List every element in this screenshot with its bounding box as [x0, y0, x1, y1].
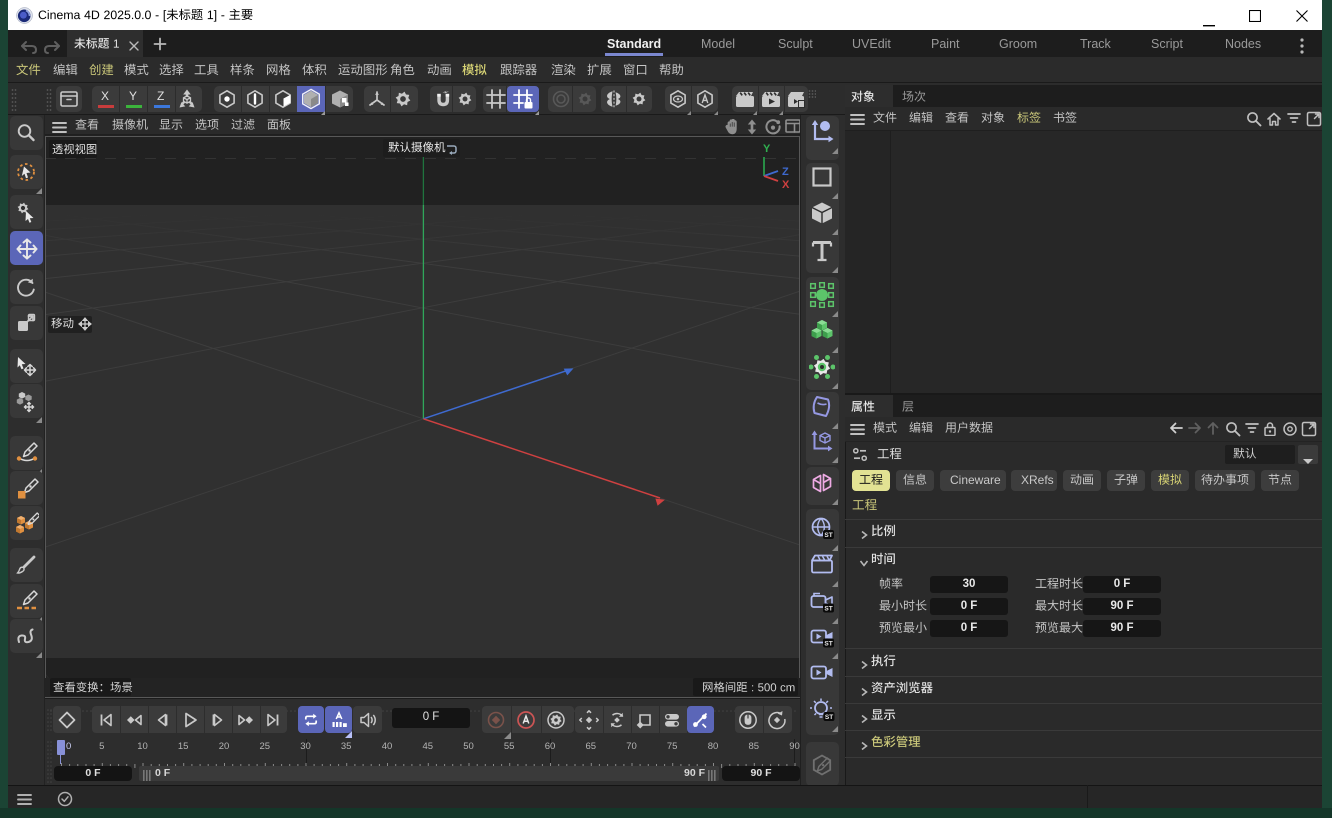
svg-text:X: X	[782, 179, 790, 190]
svg-text:Y: Y	[763, 143, 771, 155]
svg-text:Z: Z	[782, 166, 789, 178]
